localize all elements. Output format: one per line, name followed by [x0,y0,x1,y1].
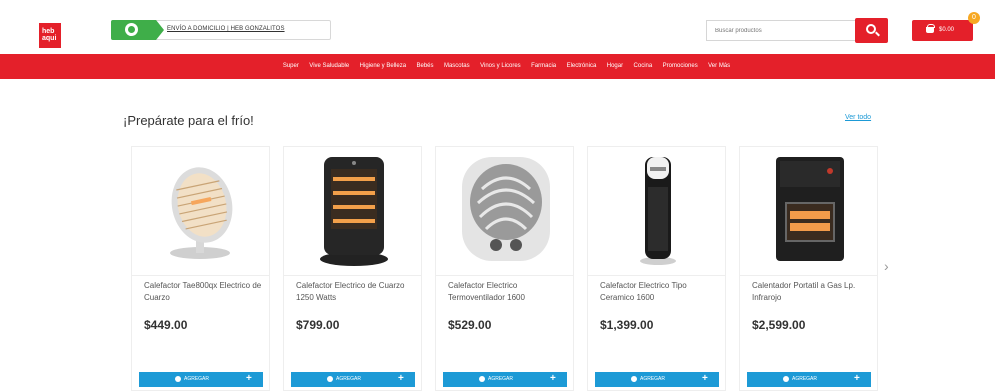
cart-total: $0.00 [939,27,955,33]
product-name[interactable]: Calefactor Electrico Termoventilador 160… [448,280,570,304]
nav-item-ver-mas[interactable]: Ver Más [708,54,730,79]
product-card[interactable]: Calefactor Electrico de Cuarzo 1250 Watt… [283,146,422,391]
product-price: $529.00 [448,318,492,332]
add-to-cart-button[interactable]: AGREGAR + [595,372,719,387]
section-title: ¡Prepárate para el frío! [123,113,254,128]
nav-item-vive-saludable[interactable]: Vive Saludable [309,54,349,79]
fan-heater-image[interactable] [436,147,575,275]
plus-icon: + [702,373,708,384]
product-card[interactable]: Calefactor Electrico Tipo Ceramico 1600 … [587,146,726,391]
logo-line-2: aqui [42,35,57,42]
tower-quartz-heater-image[interactable] [284,147,423,275]
delivery-selector[interactable]: ENVÍO A DOMICILIO | HEB GONZALITOS [111,20,331,40]
delivery-label[interactable]: ENVÍO A DOMICILIO | HEB GONZALITOS [167,26,285,32]
nav-item-mascotas[interactable]: Mascotas [444,54,470,79]
search-button[interactable] [855,18,888,43]
product-price: $449.00 [144,318,188,332]
view-all-link[interactable]: Ver todo [845,114,871,121]
add-label: AGREGAR [792,376,818,382]
add-label: AGREGAR [184,376,210,382]
cart-icon [479,376,485,382]
add-to-cart-button[interactable]: AGREGAR + [291,372,415,387]
nav-item-super[interactable]: Super [283,54,299,79]
cart-icon [631,376,637,382]
product-card[interactable]: Calefactor Electrico Termoventilador 160… [435,146,574,391]
cart-icon [783,376,789,382]
cart-icon [175,376,181,382]
nav-item-electronica[interactable]: Electrónica [567,54,597,79]
add-label: AGREGAR [640,376,666,382]
plus-icon: + [550,373,556,384]
product-price: $799.00 [296,318,340,332]
nav-item-hogar[interactable]: Hogar [607,54,623,79]
product-card[interactable]: Calefactor Tae800qx Electrico de Cuarzo … [131,146,270,391]
nav-item-vinos-licores[interactable]: Vinos y Licores [480,54,521,79]
add-label: AGREGAR [488,376,514,382]
nav-item-higiene-belleza[interactable]: Higiene y Belleza [360,54,406,79]
quartz-heater-image[interactable] [132,147,271,275]
search-box [706,20,856,41]
nav-item-cocina[interactable]: Cocina [634,54,653,79]
add-to-cart-button[interactable]: AGREGAR + [747,372,871,387]
plus-icon: + [398,373,404,384]
carousel-next-icon[interactable]: › [884,258,889,274]
basket-icon [926,24,935,33]
ceramic-tower-heater-image[interactable] [588,147,727,275]
plus-icon: + [854,373,860,384]
product-name[interactable]: Calefactor Electrico de Cuarzo 1250 Watt… [296,280,418,304]
product-name[interactable]: Calentador Portatil a Gas Lp. Infrarojo [752,280,874,304]
add-label: AGREGAR [336,376,362,382]
plus-icon: + [246,373,252,384]
search-input[interactable] [707,21,855,40]
logo-line-1: heb [42,28,55,35]
product-name[interactable]: Calefactor Tae800qx Electrico de Cuarzo [144,280,266,304]
add-to-cart-button[interactable]: AGREGAR + [139,372,263,387]
cart-icon [327,376,333,382]
nav-item-bebes[interactable]: Bebés [416,54,433,79]
nav-item-farmacia[interactable]: Farmacia [531,54,556,79]
store-logo[interactable]: heb aqui [39,23,61,48]
nav-item-promociones[interactable]: Promociones [663,54,698,79]
top-header: heb aqui ENVÍO A DOMICILIO | HEB GONZALI… [0,0,995,54]
product-name[interactable]: Calefactor Electrico Tipo Ceramico 1600 [600,280,722,304]
product-price: $2,599.00 [752,318,806,332]
location-pin-icon [111,20,164,40]
cart-count-badge: 0 [968,12,980,24]
add-to-cart-button[interactable]: AGREGAR + [443,372,567,387]
cart-button[interactable]: $0.00 [912,20,973,41]
gas-heater-image[interactable] [740,147,879,275]
product-price: $1,399.00 [600,318,654,332]
category-nav: Super Vive Saludable Higiene y Belleza B… [0,54,995,79]
product-card[interactable]: Calentador Portatil a Gas Lp. Infrarojo … [739,146,878,391]
